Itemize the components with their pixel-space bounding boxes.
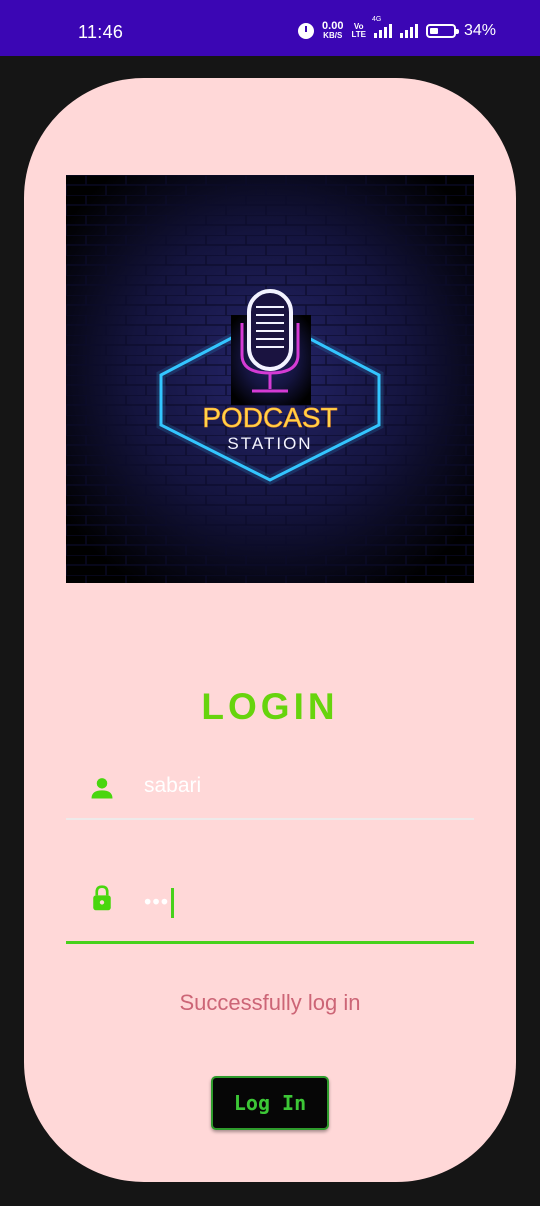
person-icon	[91, 778, 113, 799]
username-field[interactable]: sabari	[66, 756, 474, 820]
network-speed-unit: KB/S	[323, 31, 343, 40]
password-field[interactable]: •••	[66, 878, 474, 944]
battery-icon	[425, 24, 459, 38]
volte-bottom: LTE	[351, 30, 366, 39]
status-message: Successfully log in	[179, 990, 361, 1015]
battery-percent: 34%	[463, 22, 496, 39]
password-value[interactable]: •••	[144, 888, 175, 918]
password-mask: •••	[144, 890, 170, 914]
username-value[interactable]: sabari	[144, 774, 201, 798]
network-speed-value: 0.00	[322, 20, 344, 32]
lock-icon	[93, 885, 111, 911]
log-in-button[interactable]: Log In	[211, 1076, 329, 1130]
status-time: 11:46	[78, 22, 124, 42]
volte-indicator: Vo LTE	[351, 23, 366, 39]
login-card: PODCAST STATION LOGIN sabari ••• Success…	[24, 78, 516, 1182]
login-title: LOGIN	[201, 686, 339, 727]
text-cursor	[171, 888, 175, 918]
signal-icon	[399, 24, 418, 38]
podcast-neon-illustration: PODCAST STATION	[66, 175, 474, 583]
network-speed: 0.00 KB/S	[322, 20, 344, 41]
alarm-icon	[298, 23, 315, 39]
podcast-text: PODCAST	[202, 402, 337, 433]
station-text: STATION	[227, 434, 312, 453]
status-bar: 11:46 0.00 KB/S Vo LTE 4G 34%	[0, 0, 540, 56]
podcast-station-image: PODCAST STATION	[66, 175, 474, 583]
network-type: 4G	[371, 16, 382, 23]
signal-4g-icon: 4G	[372, 16, 392, 38]
status-icons: 0.00 KB/S Vo LTE 4G 34%	[298, 16, 496, 41]
